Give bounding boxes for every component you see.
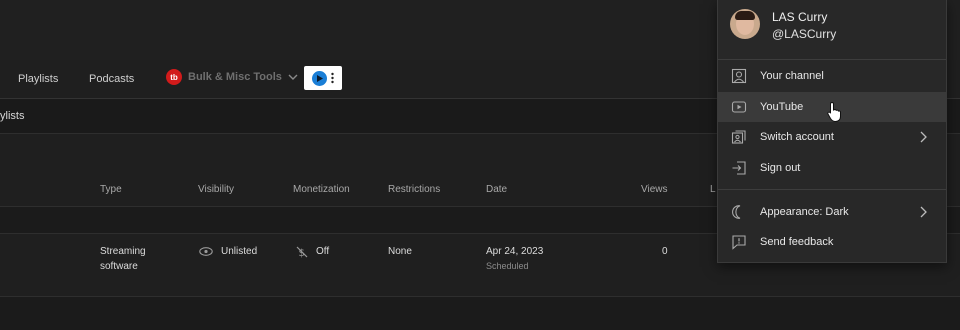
menu-label-youtube: YouTube [760,101,804,113]
header-views[interactable]: Views [641,184,668,195]
extension-logo-icon [312,70,327,86]
header-likes[interactable]: L [710,184,716,195]
header-date[interactable]: Date [486,184,507,195]
menu-label-sign-out: Sign out [760,162,801,174]
cell-restrictions: None [388,246,412,257]
tab-podcasts[interactable]: Podcasts [89,73,134,85]
menu-divider [718,59,946,60]
cell-views: 0 [662,246,668,257]
switch-account-icon [731,130,746,144]
monetization-off-icon: $ [296,246,308,258]
date-value: Apr 24, 2023 [486,246,544,257]
header-monetization[interactable]: Monetization [293,184,350,195]
menu-label-appearance: Appearance: Dark [760,206,849,218]
header-visibility[interactable]: Visibility [198,184,234,195]
account-handle: @LASCurry [772,27,837,41]
menu-item-appearance[interactable]: Appearance: Dark [718,197,946,227]
menu-divider [718,189,946,190]
cell-type: Streaming software [100,244,146,274]
sign-out-icon [732,161,746,175]
more-vert-icon [331,72,334,84]
bulk-tools-label: Bulk & Misc Tools [188,71,282,83]
menu-item-sign-out[interactable]: Sign out [718,153,946,183]
person-box-icon [731,68,747,84]
table-footer-row [0,297,960,330]
type-line-1: Streaming [100,246,146,257]
type-line-2: software [100,261,138,272]
visibility-value: Unlisted [221,246,258,257]
play-box-icon [731,101,747,113]
header-type[interactable]: Type [100,184,122,195]
avatar[interactable] [730,9,760,39]
menu-label-send-feedback: Send feedback [760,236,834,248]
eye-icon [199,247,213,256]
feedback-icon [732,235,746,250]
chevron-down-icon [288,74,298,80]
monetization-value: Off [316,246,330,257]
filter-label: ylists [0,110,25,122]
chevron-right-icon [920,131,927,143]
chevron-right-icon [920,206,927,218]
header-restrictions[interactable]: Restrictions [388,184,440,195]
account-menu: LAS Curry @LASCurry Your channel YouTube… [717,0,947,263]
menu-label-switch-account: Switch account [760,131,834,143]
tubebuddy-logo-icon: tb [166,69,182,85]
hand-cursor-icon [827,101,841,123]
bulk-tools-menu[interactable]: tb Bulk & Misc Tools [166,69,298,85]
tab-playlists[interactable]: Playlists [18,73,58,85]
extension-button[interactable] [304,66,342,90]
cell-monetization[interactable]: $ Off [296,244,329,259]
cell-visibility[interactable]: Unlisted [199,244,257,259]
date-status: Scheduled [486,261,529,271]
moon-icon [732,205,741,219]
menu-item-switch-account[interactable]: Switch account [718,122,946,152]
account-name: LAS Curry [772,10,828,24]
menu-item-your-channel[interactable]: Your channel [718,61,946,91]
menu-item-send-feedback[interactable]: Send feedback [718,227,946,257]
menu-label-your-channel: Your channel [760,70,824,82]
cell-date: Apr 24, 2023 Scheduled [486,244,543,274]
